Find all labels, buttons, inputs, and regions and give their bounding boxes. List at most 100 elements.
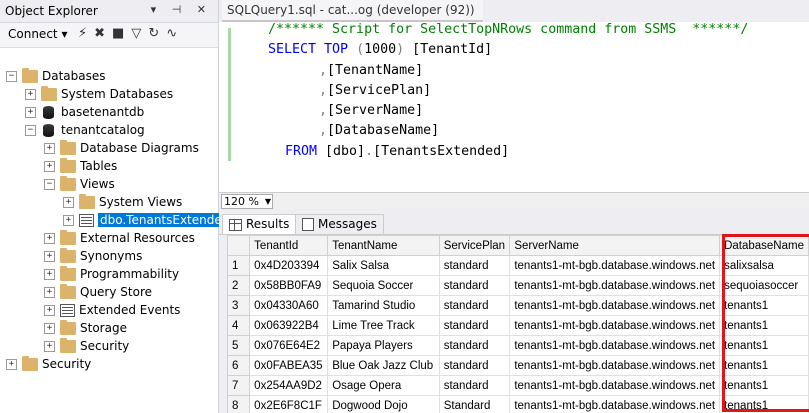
tab-messages[interactable]: Messages bbox=[295, 214, 384, 234]
tree-node-storage[interactable]: + Storage bbox=[44, 319, 127, 337]
tab-results[interactable]: Results bbox=[222, 214, 297, 234]
table-cell[interactable]: 0x2E6F8C1F bbox=[249, 395, 329, 413]
column-header-databasename[interactable]: DatabaseName bbox=[719, 235, 809, 256]
expand-icon[interactable]: + bbox=[6, 359, 17, 370]
expand-icon[interactable]: + bbox=[25, 107, 36, 118]
table-cell[interactable]: tenants1-mt-bgb.database.windows.net bbox=[509, 315, 721, 336]
table-cell[interactable]: standard bbox=[438, 355, 511, 376]
table-cell[interactable]: 0x58BB0FA9 bbox=[249, 275, 329, 296]
connect-plug-icon[interactable]: ⚡ bbox=[78, 26, 87, 41]
column-header-servername[interactable]: ServerName bbox=[509, 235, 721, 256]
table-cell[interactable]: Papaya Players bbox=[327, 335, 440, 356]
row-number[interactable]: 5 bbox=[227, 335, 251, 356]
tree-node-programmability[interactable]: + Programmability bbox=[44, 265, 179, 283]
table-row[interactable]: 8 0x2E6F8C1F Dogwood Dojo Standard tenants1-… bbox=[227, 395, 809, 413]
refresh-icon[interactable]: ↻ bbox=[148, 26, 159, 41]
activity-monitor-icon[interactable]: ∿ bbox=[166, 26, 177, 41]
expand-icon[interactable]: + bbox=[44, 341, 55, 352]
zoom-select[interactable]: 120 % ▼ bbox=[221, 194, 273, 209]
table-row[interactable]: 7 0x254AA9D2 Osage Opera standard tenants1-m… bbox=[227, 375, 809, 396]
column-header-serviceplan[interactable]: ServicePlan bbox=[438, 235, 511, 256]
table-cell[interactable]: 0x063922B4 bbox=[249, 315, 329, 336]
expand-icon[interactable]: + bbox=[44, 305, 55, 316]
table-row[interactable]: 6 0x0FABEA35 Blue Oak Jazz Club standard ten… bbox=[227, 355, 809, 376]
connect-button[interactable]: Connect ▾ bbox=[8, 27, 67, 41]
table-cell[interactable]: 0x076E64E2 bbox=[249, 335, 329, 356]
tree-node-synonyms[interactable]: + Synonyms bbox=[44, 247, 142, 265]
table-cell[interactable]: tenants1-mt-bgb.database.windows.net bbox=[509, 335, 721, 356]
table-cell[interactable]: sequoiasoccer bbox=[719, 275, 809, 296]
pane-controls[interactable]: ▾ ⊣ ✕ bbox=[151, 3, 212, 16]
table-cell[interactable]: Sequoia Soccer bbox=[327, 275, 440, 296]
table-cell[interactable]: Blue Oak Jazz Club bbox=[327, 355, 440, 376]
tab-sqlquery1[interactable]: SQLQuery1.sql - cat...og (developer (92)… bbox=[222, 0, 483, 22]
table-cell[interactable]: 0x254AA9D2 bbox=[249, 375, 329, 396]
row-number[interactable]: 2 bbox=[227, 275, 251, 296]
expand-icon[interactable]: + bbox=[44, 323, 55, 334]
table-row[interactable]: 4 0x063922B4 Lime Tree Track standard tenant… bbox=[227, 315, 809, 336]
expand-icon[interactable]: + bbox=[44, 269, 55, 280]
tree-node-query-store[interactable]: + Query Store bbox=[44, 283, 152, 301]
table-cell[interactable]: 0x4D203394 bbox=[249, 255, 329, 276]
table-cell[interactable]: Tamarind Studio bbox=[327, 295, 440, 316]
expand-icon[interactable]: + bbox=[63, 197, 74, 208]
table-cell[interactable]: tenants1-mt-bgb.database.windows.net bbox=[509, 255, 721, 276]
tree-node-system-views[interactable]: + System Views bbox=[63, 193, 182, 211]
table-cell[interactable]: standard bbox=[438, 255, 511, 276]
table-cell[interactable]: Lime Tree Track bbox=[327, 315, 440, 336]
table-cell[interactable]: tenants1 bbox=[719, 355, 809, 376]
table-cell[interactable]: tenants1 bbox=[719, 395, 809, 413]
tree-node-dbo-tenantsextended[interactable]: + dbo.TenantsExtended bbox=[63, 211, 233, 229]
tree-node-tenantcatalog[interactable]: − tenantcatalog bbox=[25, 121, 145, 139]
row-number[interactable]: 3 bbox=[227, 295, 251, 316]
row-number[interactable]: 1 bbox=[227, 255, 251, 276]
filter-icon[interactable]: ▽ bbox=[131, 26, 141, 41]
table-cell[interactable]: tenants1-mt-bgb.database.windows.net bbox=[509, 295, 721, 316]
table-cell[interactable]: standard bbox=[438, 275, 511, 296]
row-number[interactable]: 8 bbox=[227, 395, 251, 413]
tree-node-views[interactable]: − Views bbox=[44, 175, 115, 193]
tree-node-external-resources[interactable]: + External Resources bbox=[44, 229, 195, 247]
expand-icon[interactable]: + bbox=[44, 143, 55, 154]
row-number-header[interactable] bbox=[227, 235, 251, 256]
tree-node-extended-events[interactable]: + Extended Events bbox=[44, 301, 180, 319]
collapse-icon[interactable]: − bbox=[25, 125, 36, 136]
collapse-icon[interactable]: − bbox=[6, 71, 17, 82]
disconnect-icon[interactable]: ✖ bbox=[94, 26, 105, 41]
table-cell[interactable]: 0x0FABEA35 bbox=[249, 355, 329, 376]
table-cell[interactable]: Osage Opera bbox=[327, 375, 440, 396]
collapse-icon[interactable]: − bbox=[44, 179, 55, 190]
expand-icon[interactable]: + bbox=[63, 215, 74, 226]
table-cell[interactable]: tenants1-mt-bgb.database.windows.net bbox=[509, 375, 721, 396]
table-cell[interactable]: Salix Salsa bbox=[327, 255, 440, 276]
expand-icon[interactable]: + bbox=[25, 89, 36, 100]
table-cell[interactable]: tenants1 bbox=[719, 315, 809, 336]
table-cell[interactable]: tenants1-mt-bgb.database.windows.net bbox=[509, 275, 721, 296]
column-header-tenantid[interactable]: TenantId bbox=[249, 235, 329, 256]
table-row[interactable]: 3 0x04330A60 Tamarind Studio standard tenant… bbox=[227, 295, 809, 316]
tree-node-databases[interactable]: − Databases bbox=[6, 67, 106, 85]
expand-icon[interactable]: + bbox=[44, 287, 55, 298]
tree-node-security-db[interactable]: + Security bbox=[44, 337, 129, 355]
table-cell[interactable]: 0x04330A60 bbox=[249, 295, 329, 316]
row-number[interactable]: 6 bbox=[227, 355, 251, 376]
table-cell[interactable]: tenants1 bbox=[719, 295, 809, 316]
query-editor[interactable]: /****** Script for SelectTopNRows comman… bbox=[219, 22, 809, 192]
table-cell[interactable]: standard bbox=[438, 315, 511, 336]
tree-node-security[interactable]: + Security bbox=[6, 355, 91, 373]
table-cell[interactable]: standard bbox=[438, 375, 511, 396]
expand-icon[interactable]: + bbox=[44, 233, 55, 244]
tree-node-database-diagrams[interactable]: + Database Diagrams bbox=[44, 139, 199, 157]
table-cell[interactable]: standard bbox=[438, 335, 511, 356]
table-cell[interactable]: tenants1 bbox=[719, 335, 809, 356]
table-cell[interactable]: tenants1 bbox=[719, 375, 809, 396]
table-row[interactable]: 5 0x076E64E2 Papaya Players standard tenants… bbox=[227, 335, 809, 356]
expand-icon[interactable]: + bbox=[44, 251, 55, 262]
table-row[interactable]: 1 0x4D203394 Salix Salsa standard tenants1-m… bbox=[227, 255, 809, 276]
row-number[interactable]: 4 bbox=[227, 315, 251, 336]
table-cell[interactable]: tenants1-mt-bgb.database.windows.net bbox=[509, 395, 721, 413]
tree-node-tables[interactable]: + Tables bbox=[44, 157, 117, 175]
results-grid[interactable]: TenantId TenantName ServicePlan ServerNa… bbox=[227, 235, 809, 413]
table-cell[interactable]: Standard bbox=[438, 395, 511, 413]
table-row[interactable]: 2 0x58BB0FA9 Sequoia Soccer standard tenants… bbox=[227, 275, 809, 296]
